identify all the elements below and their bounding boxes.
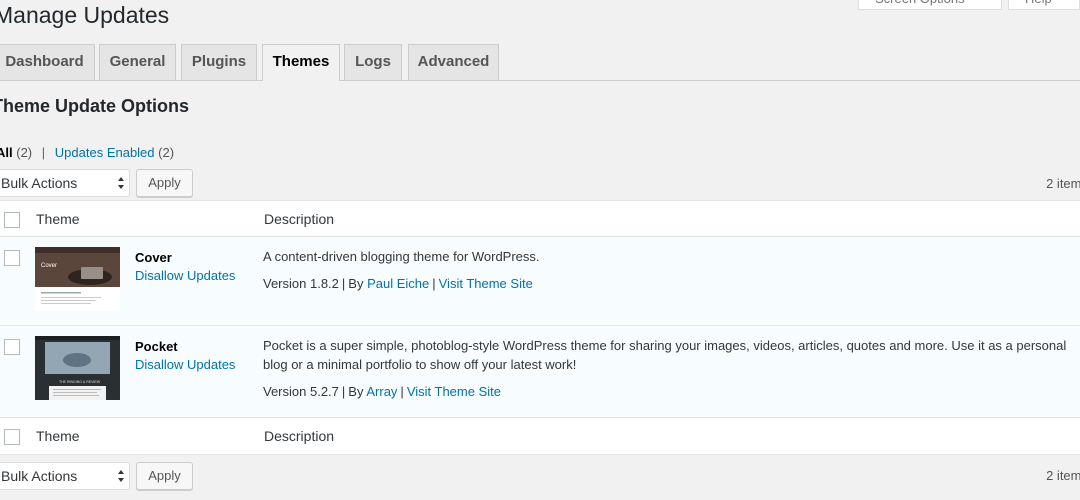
filter-enabled-count: (2) xyxy=(158,145,175,160)
theme-name: Cover xyxy=(135,250,172,265)
filter-all-count: (2) xyxy=(16,145,33,160)
disallow-updates-link[interactable]: Disallow Updates xyxy=(135,357,235,372)
select-all-checkbox-footer[interactable] xyxy=(4,429,20,445)
tab-dashboard[interactable]: Dashboard xyxy=(0,44,95,80)
tab-advanced[interactable]: Advanced xyxy=(408,44,499,80)
cover-thumb-title: Cover xyxy=(41,263,57,269)
select-arrows-icon xyxy=(118,177,124,189)
theme-version: Version 1.8.2 xyxy=(263,276,339,291)
help-button[interactable]: Help xyxy=(1008,0,1080,10)
visit-theme-site-link[interactable]: Visit Theme Site xyxy=(439,276,533,291)
column-theme[interactable]: Theme xyxy=(36,211,80,227)
table-header: Theme Description xyxy=(0,201,1080,237)
screen-options-button[interactable]: Screen Options xyxy=(858,0,1002,10)
filter-updates-enabled[interactable]: Updates Enabled xyxy=(55,145,155,160)
tab-themes[interactable]: Themes xyxy=(262,44,340,81)
theme-description: A content-driven blogging theme for Word… xyxy=(263,249,540,264)
bulk-actions-value: Bulk Actions xyxy=(1,175,78,191)
visit-theme-site-link[interactable]: Visit Theme Site xyxy=(407,384,501,399)
theme-meta: Version 5.2.7 | By Array | Visit Theme Site xyxy=(263,384,501,399)
column-description[interactable]: Description xyxy=(264,211,334,227)
items-count-bottom: 2 items xyxy=(1046,468,1080,483)
theme-description: Pocket is a super simple, photoblog-styl… xyxy=(263,338,1067,372)
select-all-checkbox[interactable] xyxy=(4,212,20,228)
screen-meta-links: Screen Options Help xyxy=(858,0,1080,10)
tab-general[interactable]: General xyxy=(99,44,176,80)
bulk-actions-select-bottom[interactable]: Bulk Actions xyxy=(0,462,130,490)
row-checkbox[interactable] xyxy=(4,339,20,355)
select-arrows-icon xyxy=(118,470,124,482)
author-link[interactable]: Paul Eiche xyxy=(367,276,429,291)
theme-name: Pocket xyxy=(135,339,178,354)
filter-links: All (2) | Updates Enabled (2) xyxy=(0,145,174,160)
apply-button-top[interactable]: Apply xyxy=(136,169,193,197)
items-count-top: 2 items xyxy=(1046,176,1080,191)
bulk-actions-value: Bulk Actions xyxy=(1,468,78,484)
table-row: THE RINGING & REVIEW Pocket Disallow Upd… xyxy=(0,326,1080,416)
themes-table: Theme Description Cover Cover Disallow U… xyxy=(0,200,1080,455)
author-link[interactable]: Array xyxy=(366,384,397,399)
theme-version: Version 5.2.7 xyxy=(263,384,339,399)
table-row: Cover Cover Disallow Updates A content-d… xyxy=(0,237,1080,326)
theme-thumbnail-pocket: THE RINGING & REVIEW xyxy=(35,336,120,400)
row-checkbox[interactable] xyxy=(4,250,20,266)
filter-all[interactable]: All xyxy=(0,145,13,160)
theme-meta: Version 1.8.2 | By Paul Eiche | Visit Theme … xyxy=(263,276,533,291)
column-theme-footer[interactable]: Theme xyxy=(36,428,80,444)
by-label: By xyxy=(348,384,364,399)
theme-thumbnail-cover: Cover xyxy=(35,247,120,311)
table-footer: Theme Description xyxy=(0,417,1080,454)
section-title: Theme Update Options xyxy=(0,96,190,116)
by-label: By xyxy=(348,276,364,291)
nav-tabs: Dashboard General Plugins Themes Logs Ad… xyxy=(0,44,1080,81)
pocket-thumb-caption: THE RINGING & REVIEW xyxy=(59,380,101,384)
column-description-footer[interactable]: Description xyxy=(264,428,334,444)
apply-button-bottom[interactable]: Apply xyxy=(136,462,193,490)
tab-plugins[interactable]: Plugins xyxy=(181,44,257,80)
page-title: Manage Updates xyxy=(0,2,170,28)
filter-separator: | xyxy=(41,145,46,160)
bulk-actions-select-top[interactable]: Bulk Actions xyxy=(0,169,130,197)
tab-logs[interactable]: Logs xyxy=(344,44,402,80)
disallow-updates-link[interactable]: Disallow Updates xyxy=(135,268,235,283)
